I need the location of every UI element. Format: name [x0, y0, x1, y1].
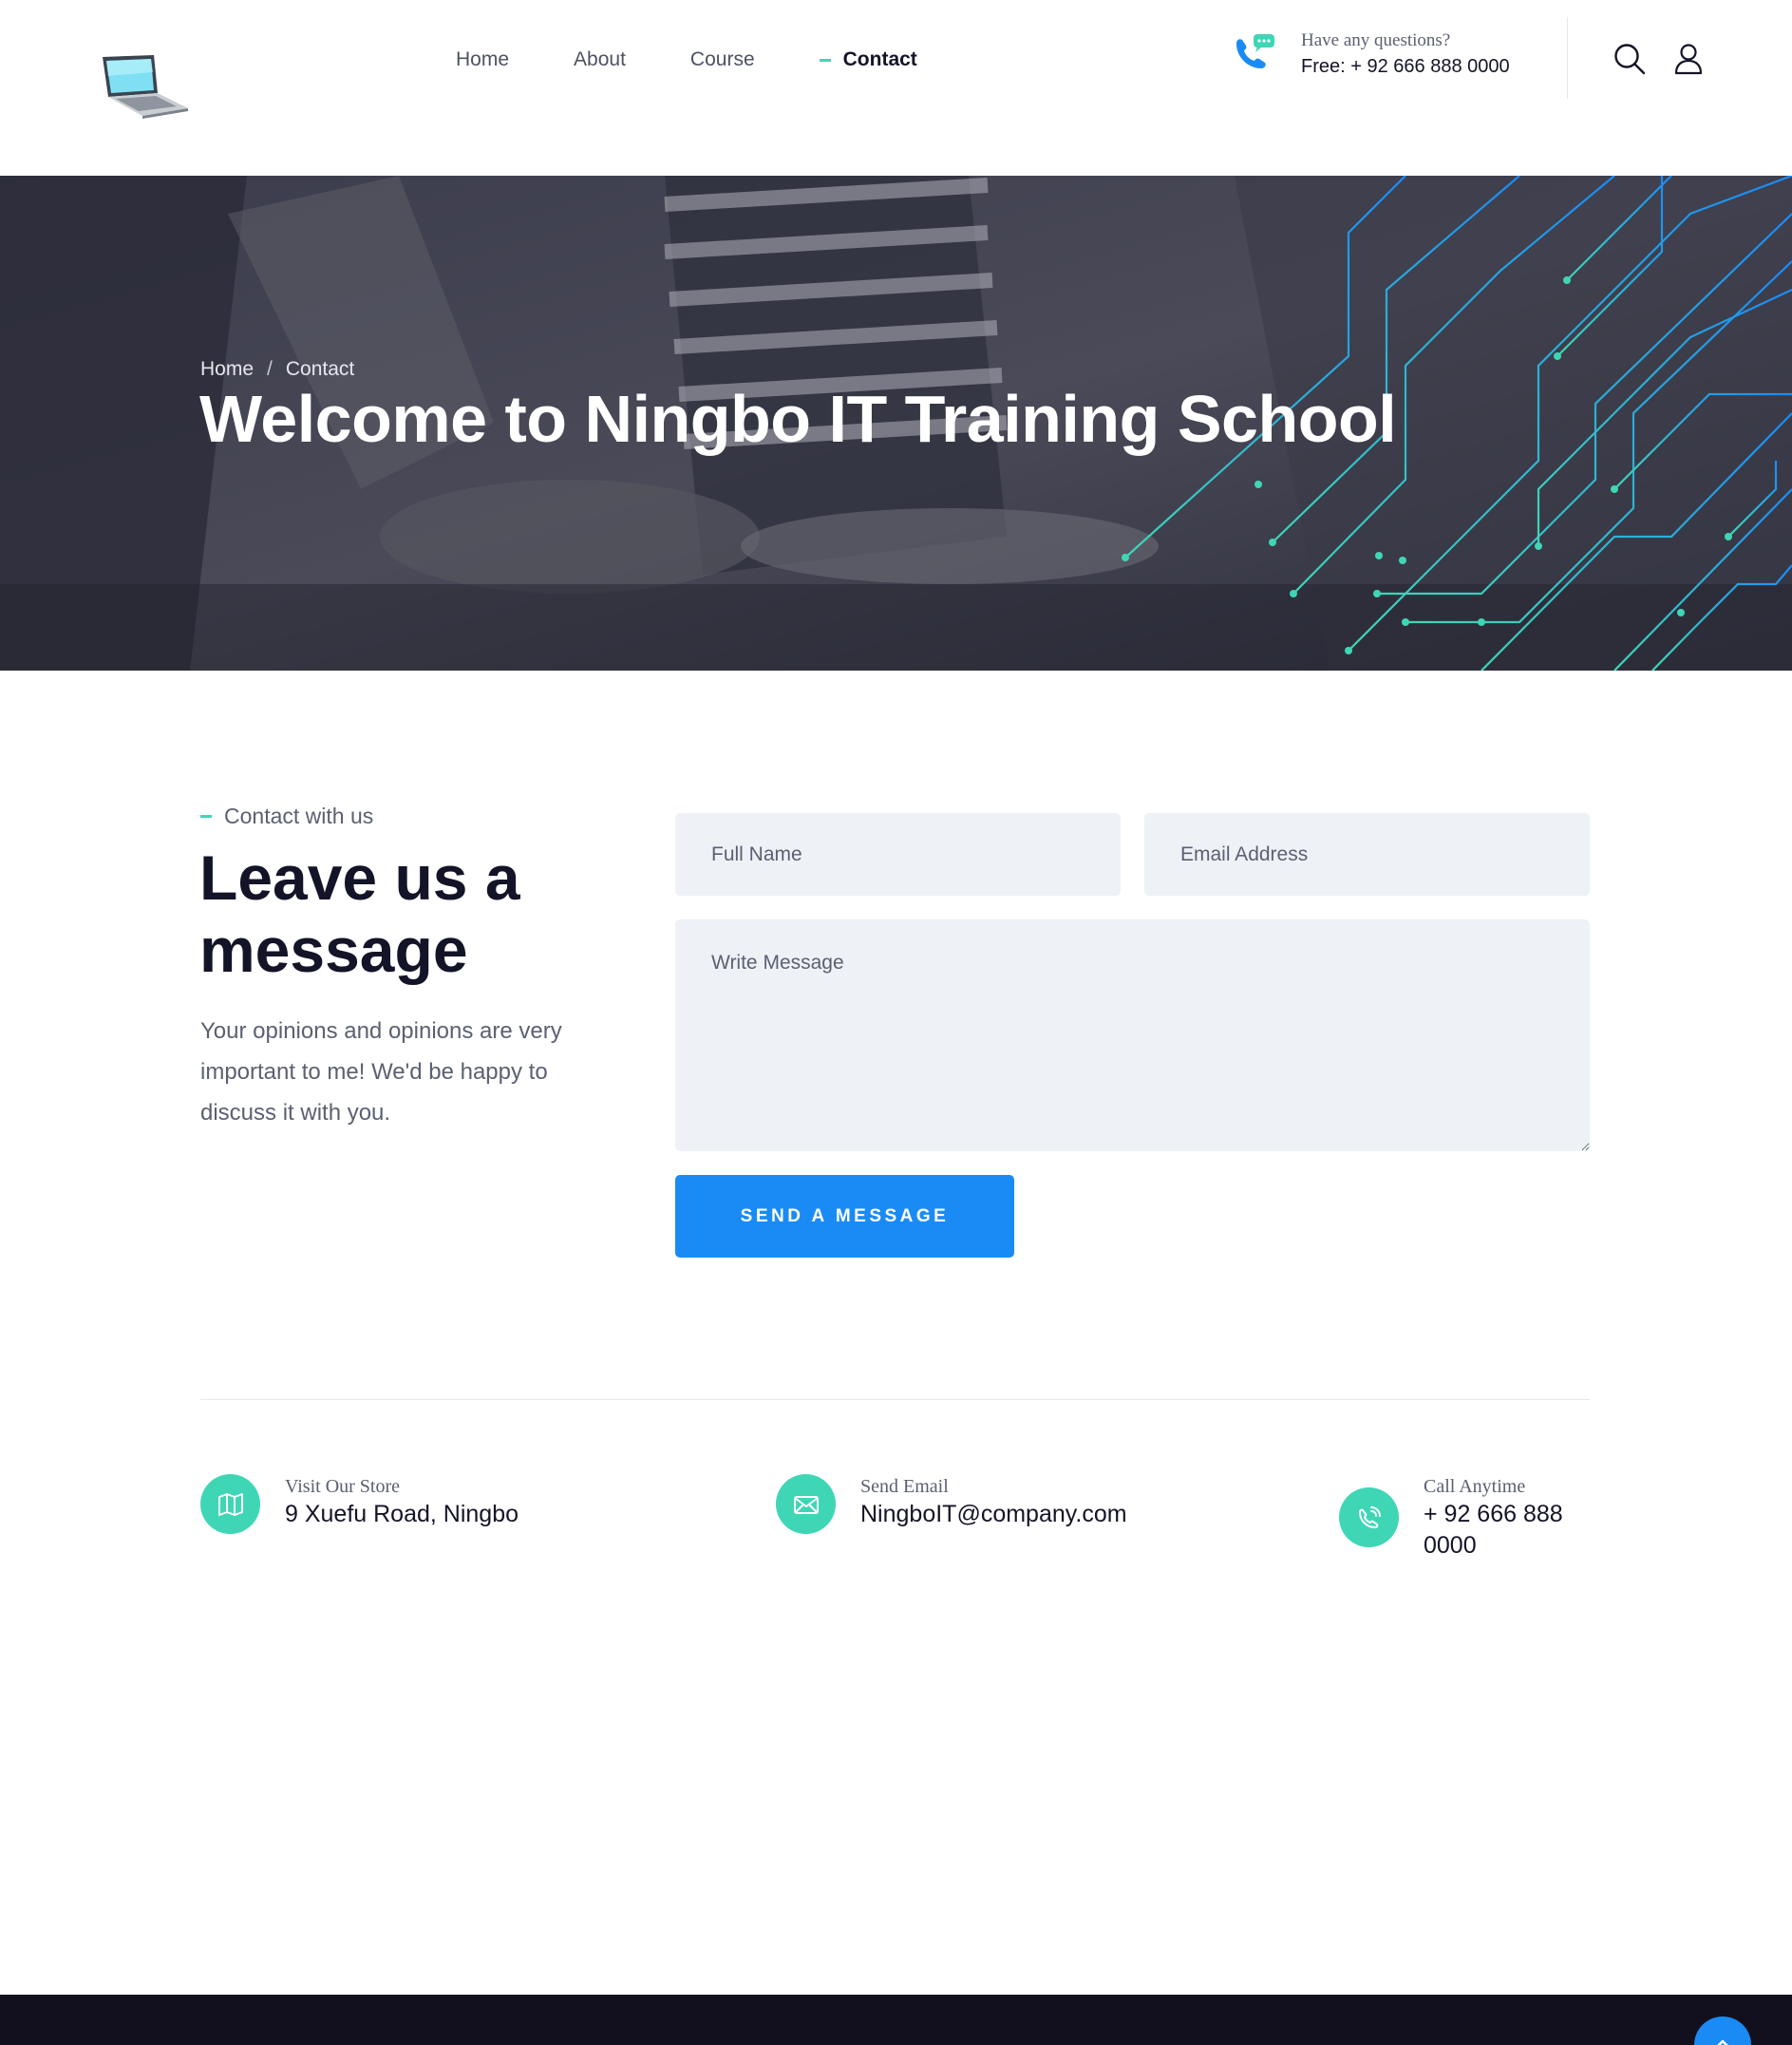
breadcrumb-home[interactable]: Home — [200, 358, 254, 381]
account-button[interactable] — [1671, 42, 1706, 76]
section-tag: Contact with us — [200, 804, 373, 829]
scroll-to-top-button[interactable] — [1694, 2017, 1751, 2045]
nav-contact[interactable]: Contact — [819, 48, 917, 71]
section-tag-label: Contact with us — [224, 804, 374, 828]
laptop-icon — [103, 55, 188, 119]
info-email-value[interactable]: NingboIT@company.com — [860, 1499, 1127, 1530]
info-store-badge — [200, 1474, 260, 1534]
info-email: Send Email NingboIT@company.com — [776, 1474, 1127, 1534]
phone-chat-icon — [1236, 34, 1274, 68]
info-store-label: Visit Our Store — [285, 1476, 401, 1497]
envelope-icon — [793, 1495, 819, 1514]
help-question: Have any questions? — [1301, 30, 1451, 50]
info-store-value: 9 Xuefu Road, Ningbo — [285, 1501, 519, 1527]
breadcrumb-separator: / — [267, 358, 273, 380]
nav-home-label: Home — [456, 48, 510, 70]
breadcrumb: Home / Contact — [200, 358, 354, 381]
search-icon — [1614, 44, 1646, 75]
message-textarea[interactable] — [675, 919, 1590, 1151]
site-logo[interactable] — [99, 49, 190, 125]
page-title: Welcome to Ningbo IT Training School — [199, 382, 1397, 456]
help-contact: Have any questions? Free: + 92 666 888 0… — [1231, 28, 1510, 80]
search-button[interactable] — [1613, 42, 1647, 76]
email-input[interactable] — [1144, 813, 1590, 896]
active-indicator — [819, 58, 831, 62]
info-phone-value[interactable]: + 92 666 888 0000 — [1424, 1499, 1594, 1562]
page-banner: Home / Contact Welcome to Ningbo IT Trai… — [0, 176, 1792, 671]
header-divider — [1567, 17, 1568, 99]
info-email-badge — [776, 1474, 836, 1534]
send-message-button[interactable]: SEND A MESSAGE — [675, 1175, 1014, 1258]
nav-about-label: About — [574, 48, 626, 70]
info-phone: Call Anytime + 92 666 888 0000 — [1339, 1474, 1594, 1562]
section-description: Your opinions and opinions are very impo… — [200, 1018, 562, 1126]
info-phone-label: Call Anytime — [1424, 1476, 1526, 1497]
section-title: Leave us a message — [199, 843, 520, 985]
phone-icon — [1358, 1505, 1381, 1528]
main-nav: Home About Course Contact — [456, 46, 982, 74]
nav-home[interactable]: Home — [456, 48, 509, 71]
section-divider — [200, 1399, 1590, 1400]
site-footer — [0, 1995, 1792, 2045]
nav-contact-label: Contact — [842, 48, 917, 70]
tag-dash — [200, 815, 212, 818]
full-name-input[interactable] — [675, 813, 1121, 896]
nav-about[interactable]: About — [574, 48, 626, 71]
arrow-up-icon — [1717, 2039, 1728, 2045]
info-phone-badge — [1339, 1487, 1399, 1547]
info-store: Visit Our Store 9 Xuefu Road, Ningbo — [200, 1474, 519, 1534]
user-icon — [1674, 44, 1703, 75]
site-header: Home About Course Contact Have any quest… — [0, 0, 1792, 176]
map-icon — [217, 1492, 243, 1516]
nav-course[interactable]: Course — [690, 48, 755, 71]
help-phone[interactable]: Free: + 92 666 888 0000 — [1301, 53, 1510, 80]
info-email-label: Send Email — [860, 1476, 949, 1497]
breadcrumb-current: Contact — [285, 358, 355, 380]
nav-course-label: Course — [689, 48, 755, 70]
